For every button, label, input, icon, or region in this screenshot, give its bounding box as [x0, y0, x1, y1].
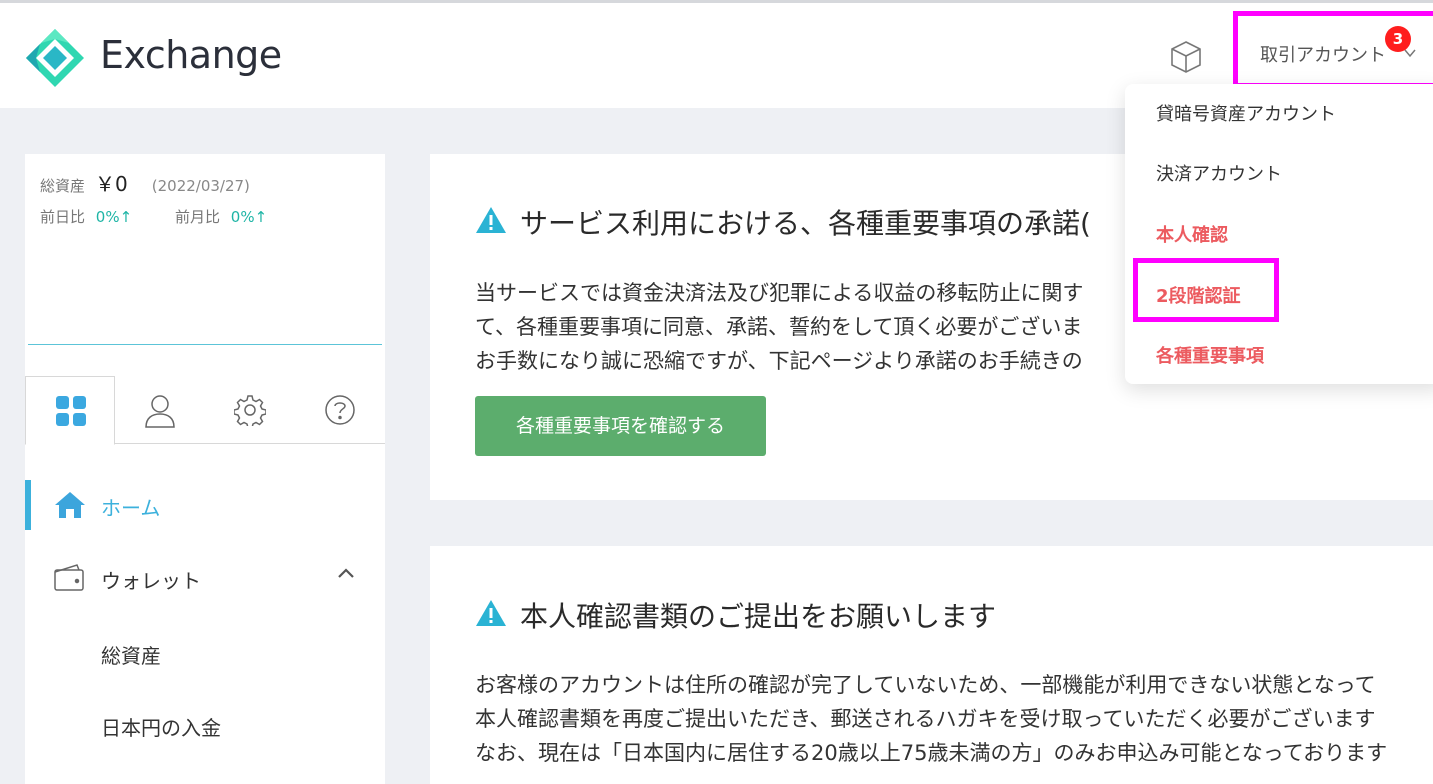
tab-user[interactable]: [115, 376, 205, 444]
prev-day-row: 前日比 0%↑: [40, 206, 132, 227]
card-text-line: 本人確認書類を再度ご提出いただき、郵送されるハガキを受け取っていただく必要がござ…: [475, 707, 1376, 731]
gear-icon: [234, 395, 266, 426]
user-icon: [145, 395, 175, 428]
tab-settings[interactable]: [205, 376, 295, 444]
account-menu-button[interactable]: 取引アカウント: [1260, 41, 1386, 67]
nav-home-label: ホーム: [101, 496, 161, 520]
warning-icon: [476, 600, 506, 626]
card-text-line: なお、現在は「日本国内に居住する20歳以上75歳未満の方」のみお申込み可能となっ…: [475, 741, 1388, 765]
notification-badge: 3: [1385, 26, 1411, 52]
menu-item-payment-account[interactable]: 決済アカウント: [1156, 160, 1282, 186]
nav-wallet[interactable]: ウォレット: [25, 553, 385, 607]
divider: [28, 344, 382, 345]
prev-month-row: 前月比 0%↑: [175, 206, 267, 227]
two-factor-highlight: [1133, 258, 1279, 322]
menu-item-lending-account[interactable]: 貸暗号資産アカウント: [1156, 100, 1336, 126]
card-title: サービス利用における、各種重要事項の承諾(: [520, 207, 1091, 240]
total-assets-value: ￥0: [95, 172, 128, 196]
menu-item-important-matters[interactable]: 各種重要事項: [1156, 342, 1264, 368]
exchange-logo-icon[interactable]: [24, 27, 86, 89]
sidebar-tabs: [25, 376, 385, 445]
prev-month-label: 前月比: [175, 208, 221, 226]
card-text-line: て、各種重要事項に同意、承諾、誓約をして頂く必要がございま: [475, 315, 1083, 339]
prev-month-value: 0%↑: [230, 208, 268, 226]
nav-sub-jpy-deposit[interactable]: 日本円の入金: [101, 712, 221, 741]
wallet-icon: [54, 564, 84, 591]
confirm-important-matters-button[interactable]: 各種重要事項を確認する: [475, 396, 766, 456]
card-title: 本人確認書類のご提出をお願いします: [520, 600, 997, 633]
nav-wallet-label: ウォレット: [101, 569, 201, 593]
prev-day-label: 前日比: [40, 208, 86, 226]
tab-dashboard[interactable]: [25, 376, 115, 445]
card-text-line: お手数になり誠に恐縮ですが、下記ページより承諾のお手続きの: [475, 349, 1083, 373]
nav-sub-total-assets[interactable]: 総資産: [101, 640, 161, 669]
home-icon: [55, 492, 85, 518]
warning-icon: [476, 207, 506, 233]
prev-day-value: 0%↑: [95, 208, 133, 226]
identity-verification-card: 本人確認書類のご提出をお願いします お客様のアカウントは住所の確認が完了していな…: [430, 546, 1433, 784]
tab-help[interactable]: [295, 376, 385, 444]
help-icon: [325, 395, 355, 425]
menu-item-identity-verification[interactable]: 本人確認: [1156, 221, 1228, 247]
assets-date: (2022/03/27): [151, 177, 250, 195]
account-dropdown-menu: 貸暗号資産アカウント 決済アカウント 本人確認 2段階認証 各種重要事項: [1125, 84, 1433, 384]
grid-icon: [56, 396, 86, 426]
total-assets-label: 総資産: [40, 177, 86, 195]
card-text-line: 当サービスでは資金決済法及び犯罪による収益の移転防止に関す: [475, 281, 1084, 305]
brand-name[interactable]: Exchange: [100, 33, 282, 77]
card-text-line: お客様のアカウントは住所の確認が完了していないため、一部機能が利用できない状態と…: [475, 673, 1376, 697]
total-assets-row: 総資産 ￥0 (2022/03/27): [40, 168, 250, 197]
cube-icon[interactable]: [1168, 39, 1204, 75]
nav-home[interactable]: ホーム: [25, 480, 385, 534]
sidebar: [25, 154, 385, 784]
chevron-up-icon[interactable]: [337, 567, 355, 579]
active-indicator: [25, 480, 31, 530]
